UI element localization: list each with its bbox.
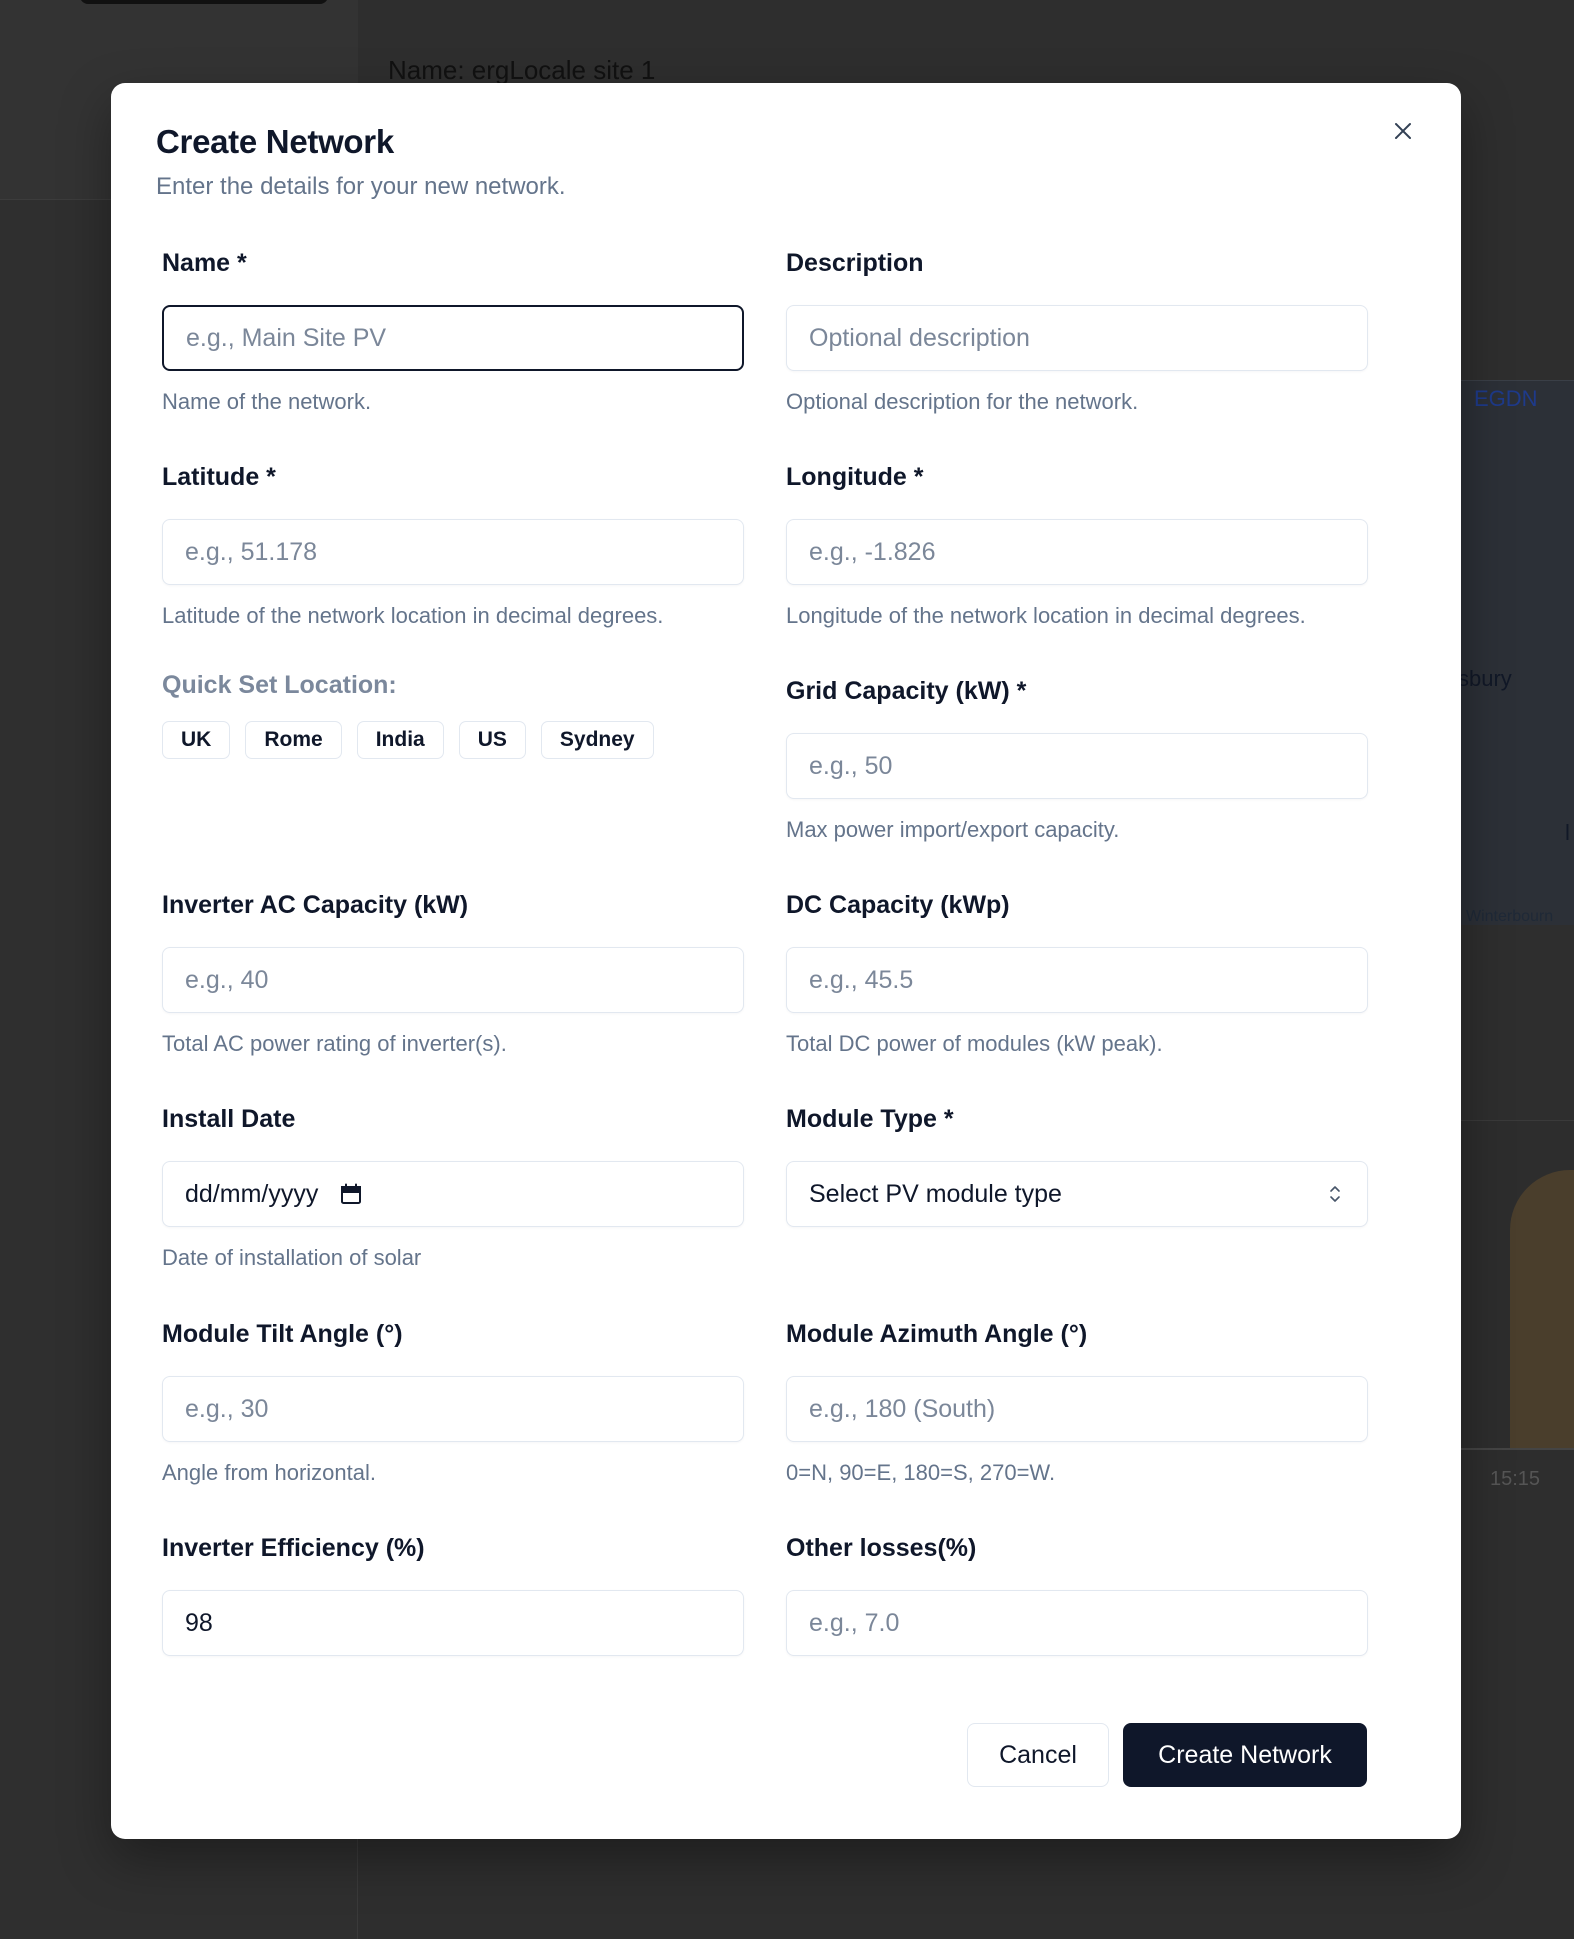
grid-capacity-input[interactable] [786,733,1368,799]
inverter-efficiency-field-group: Inverter Efficiency (%) [162,1532,744,1656]
description-field-group: Description Optional description for the… [786,247,1368,417]
background-site-name: Name: ergLocale site 1 [388,55,656,85]
name-help: Name of the network. [162,389,372,414]
other-losses-input[interactable] [786,1590,1368,1656]
quick-set-sydney-button[interactable]: Sydney [540,721,654,759]
close-button[interactable] [1385,113,1421,149]
dc-capacity-help: Total DC power of modules (kW peak). [786,1031,1163,1056]
background-chart-axis [1455,1448,1574,1450]
inverter-efficiency-input[interactable] [162,1590,744,1656]
longitude-input[interactable] [786,519,1368,585]
name-field-group: Name * Name of the network. [162,247,744,417]
module-type-value: Select PV module type [809,1179,1062,1208]
inverter-ac-capacity-input[interactable] [162,947,744,1013]
inverter-ac-capacity-help: Total AC power rating of inverter(s). [162,1031,507,1056]
name-input[interactable] [162,305,744,371]
description-label: Description [786,249,924,277]
grid-capacity-help: Max power import/export capacity. [786,817,1120,842]
create-network-button[interactable]: Create Network [1123,1723,1367,1787]
latitude-help: Latitude of the network location in deci… [162,603,664,628]
tilt-input[interactable] [162,1376,744,1442]
background-map-label: EGDN [1474,386,1538,411]
inverter-ac-capacity-field-group: Inverter AC Capacity (kW) Total AC power… [162,889,744,1059]
install-date-value: dd/mm/yyyy [185,1179,319,1208]
install-date-label: Install Date [162,1105,296,1133]
calendar-icon[interactable] [340,1183,362,1205]
quick-set-india-button[interactable]: India [356,721,444,759]
quick-set-location: Quick Set Location: UK Rome India US Syd… [162,669,654,759]
quick-set-us-button[interactable]: US [458,721,526,759]
quick-set-rome-button[interactable]: Rome [245,721,342,759]
tilt-label: Module Tilt Angle (°) [162,1320,403,1348]
dc-capacity-label: DC Capacity (kWp) [786,891,1010,919]
azimuth-input[interactable] [786,1376,1368,1442]
dc-capacity-input[interactable] [786,947,1368,1013]
other-losses-label: Other losses(%) [786,1534,977,1562]
background-map [1455,380,1574,925]
tilt-field-group: Module Tilt Angle (°) Angle from horizon… [162,1318,744,1488]
description-help: Optional description for the network. [786,389,1139,414]
azimuth-field-group: Module Azimuth Angle (°) 0=N, 90=E, 180=… [786,1318,1368,1488]
longitude-field-group: Longitude * Longitude of the network loc… [786,461,1368,631]
tilt-help: Angle from horizontal. [162,1460,376,1485]
background-map-label: l [1565,820,1570,845]
close-icon [1395,123,1411,139]
module-type-label: Module Type * [786,1105,954,1133]
background-map-label: Winterbourn [1466,908,1554,925]
description-input[interactable] [786,305,1368,371]
longitude-label: Longitude * [786,463,924,491]
chevron-up-down-icon [1325,1181,1345,1207]
install-date-help: Date of installation of solar [162,1245,422,1270]
dc-capacity-field-group: DC Capacity (kWp) Total DC power of modu… [786,889,1368,1059]
dialog-subtitle: Enter the details for your new network. [156,173,566,200]
other-losses-field-group: Other losses(%) [786,1532,1368,1656]
background-sidebar-button [80,0,328,4]
grid-capacity-label: Grid Capacity (kW) * [786,677,1027,705]
dialog-title: Create Network [156,123,394,160]
latitude-label: Latitude * [162,463,276,491]
inverter-efficiency-label: Inverter Efficiency (%) [162,1534,425,1562]
background-chart-area [1510,1170,1574,1450]
install-date-field-group: Install Date dd/mm/yyyy Date of installa… [162,1103,744,1273]
module-type-field-group: Module Type * Select PV module type [786,1103,1368,1227]
background-map-label: sbury [1458,666,1512,691]
name-label: Name * [162,249,247,277]
cancel-button[interactable]: Cancel [967,1723,1109,1787]
azimuth-label: Module Azimuth Angle (°) [786,1320,1088,1348]
longitude-help: Longitude of the network location in dec… [786,603,1306,628]
latitude-field-group: Latitude * Latitude of the network locat… [162,461,744,631]
latitude-input[interactable] [162,519,744,585]
quick-set-label: Quick Set Location: [162,671,397,699]
create-network-dialog: Create Network Enter the details for you… [111,83,1461,1839]
quick-set-uk-button[interactable]: UK [162,721,231,759]
quick-set-chips: UK Rome India US Sydney [162,721,654,759]
install-date-input[interactable]: dd/mm/yyyy [162,1161,744,1227]
grid-capacity-field-group: Grid Capacity (kW) * Max power import/ex… [786,675,1368,845]
azimuth-help: 0=N, 90=E, 180=S, 270=W. [786,1460,1056,1485]
background-chart-tick: 15:15 [1490,1468,1541,1490]
module-type-select[interactable]: Select PV module type [786,1161,1368,1227]
inverter-ac-capacity-label: Inverter AC Capacity (kW) [162,891,469,919]
